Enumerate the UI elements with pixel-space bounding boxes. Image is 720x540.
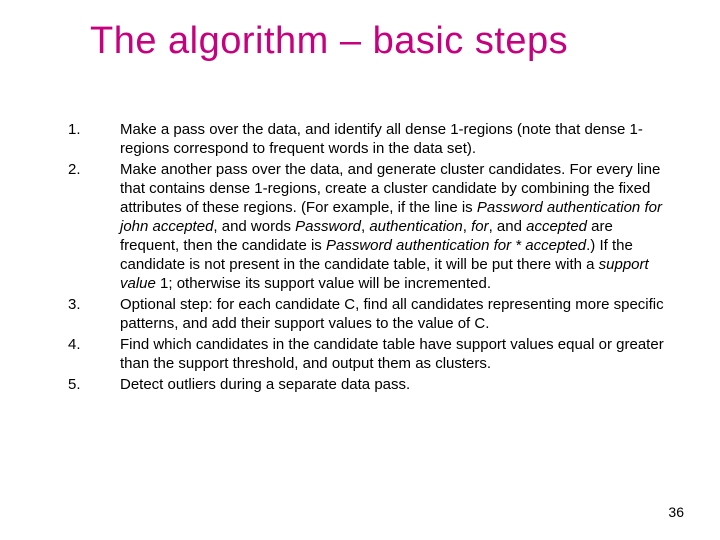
list-text: Optional step: for each candidate C, fin…	[120, 295, 670, 333]
list-item: 2. Make another pass over the data, and …	[68, 160, 670, 293]
list-number: 4.	[68, 335, 120, 354]
list-item: 4. Find which candidates in the candidat…	[68, 335, 670, 373]
list-text: Make another pass over the data, and gen…	[120, 160, 670, 293]
list-number: 5.	[68, 375, 120, 394]
list-text: Find which candidates in the candidate t…	[120, 335, 670, 373]
list-item: 3. Optional step: for each candidate C, …	[68, 295, 670, 333]
list-number: 3.	[68, 295, 120, 314]
list-text: Detect outliers during a separate data p…	[120, 375, 670, 394]
list-item: 1. Make a pass over the data, and identi…	[68, 120, 670, 158]
slide-body: 1. Make a pass over the data, and identi…	[68, 120, 670, 396]
list-item: 5. Detect outliers during a separate dat…	[68, 375, 670, 394]
slide: The algorithm – basic steps 1. Make a pa…	[0, 0, 720, 540]
list-number: 1.	[68, 120, 120, 139]
page-number: 36	[668, 504, 684, 520]
slide-title: The algorithm – basic steps	[90, 20, 680, 63]
list-text: Make a pass over the data, and identify …	[120, 120, 670, 158]
list-number: 2.	[68, 160, 120, 179]
